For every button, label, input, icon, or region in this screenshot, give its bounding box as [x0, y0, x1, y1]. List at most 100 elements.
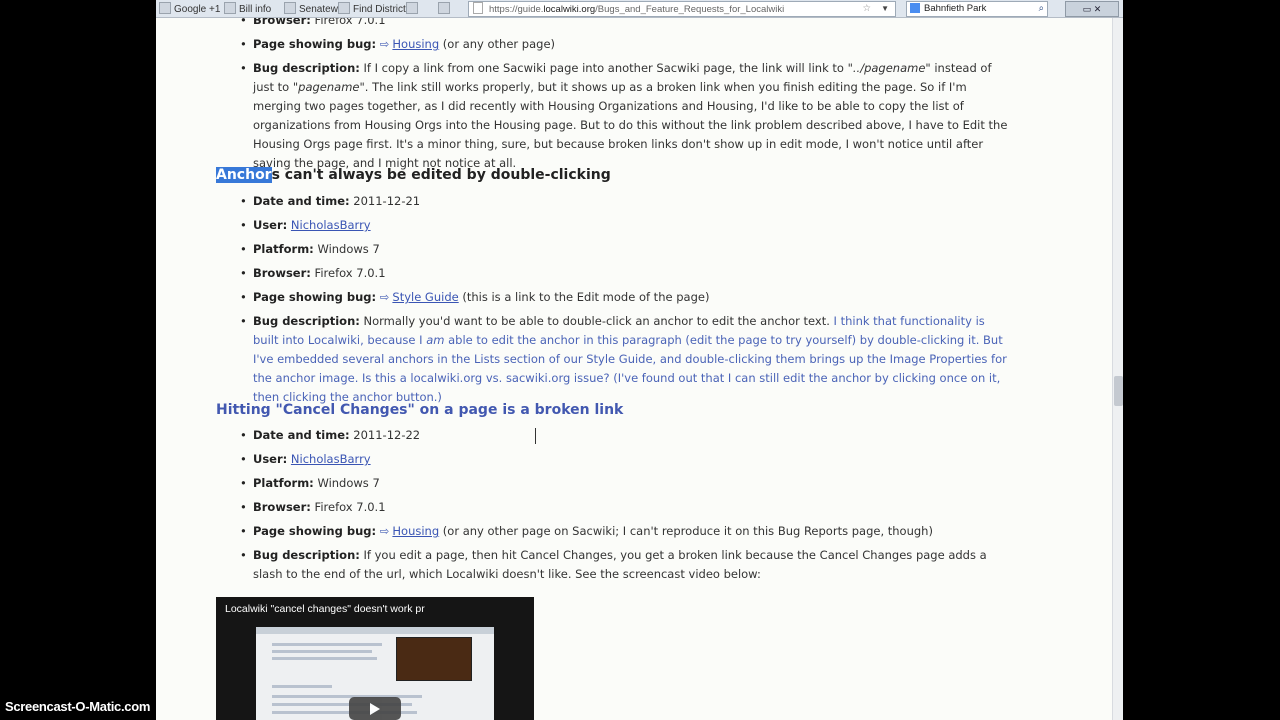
toolbar-button[interactable]	[406, 2, 421, 15]
thumbnail-text-line	[272, 650, 372, 653]
field-label: Bug description:	[253, 61, 360, 75]
selected-text[interactable]: Anchor	[216, 167, 272, 183]
desc-italic: pagename	[298, 80, 360, 94]
bug-heading-anchors: Anchors can't always be edited by double…	[216, 166, 611, 184]
video-title[interactable]: Localwiki "cancel changes" doesn't work …	[225, 603, 425, 615]
list-item: Bug description: Normally you'd want to …	[240, 312, 1008, 407]
housing-link[interactable]: Housing	[392, 524, 439, 538]
desc-text: If I copy a link from one Sacwiki page i…	[363, 61, 853, 75]
page-icon	[473, 2, 483, 14]
address-bar[interactable]: https://guide.localwiki.org/Bugs_and_Fea…	[468, 1, 896, 17]
google-plus-icon	[159, 2, 171, 14]
wiki-content: Browser: Firefox 7.0.1 Page showing bug:…	[156, 0, 1111, 720]
field-value: Firefox 7.0.1	[314, 266, 386, 280]
window-controls[interactable]: ▭ ✕	[1065, 1, 1119, 17]
search-input[interactable]: Bahnfieth Park ⌕	[906, 1, 1048, 17]
vertical-scrollbar[interactable]	[1112, 18, 1123, 720]
page-link-icon: ⇨	[379, 524, 390, 538]
bookmark-label: Google +1	[174, 4, 221, 15]
desc-text: Normally you'd want to be able to double…	[363, 314, 830, 328]
heading-text: s can't always be edited by double-click…	[271, 167, 611, 183]
field-value: 2011-12-21	[353, 194, 421, 208]
thumbnail-toolbar	[256, 627, 494, 634]
field-label: Page showing bug:	[253, 37, 377, 51]
embedded-video[interactable]: Localwiki "cancel changes" doesn't work …	[216, 597, 534, 720]
bookmark-star-icon[interactable]: ☆	[862, 2, 871, 16]
url-domain: localwiki.org	[543, 4, 596, 15]
desc-italic: ../pagename	[852, 61, 926, 75]
url-prefix: https://guide.	[489, 4, 544, 15]
list-item: Page showing bug: ⇨Style Guide (this is …	[240, 288, 1008, 307]
scrollbar-thumb[interactable]	[1114, 376, 1123, 406]
list-item: User: NicholasBarry	[240, 216, 1008, 235]
list-item: Bug description: If I copy a link from o…	[240, 59, 1008, 173]
list-item: Page showing bug: ⇨Housing (or any other…	[240, 522, 1008, 541]
thumbnail-image	[396, 637, 472, 681]
screen-border-right	[1123, 0, 1280, 720]
desc-text: If you edit a page, then hit Cancel Chan…	[253, 548, 987, 581]
search-icon[interactable]: ⌕	[1039, 2, 1044, 16]
list-item: Browser: Firefox 7.0.1	[240, 264, 1008, 283]
bookmark-label: Find District	[353, 4, 406, 15]
list-item: Date and time: 2011-12-22	[240, 426, 1008, 445]
browser-window: Browser: Firefox 7.0.1 Page showing bug:…	[156, 0, 1123, 720]
list-item: Page showing bug: ⇨Housing (or any other…	[240, 35, 1008, 54]
chevron-down-icon[interactable]: ▼	[881, 2, 889, 16]
field-label: Browser:	[253, 266, 311, 280]
bookmark-find-district[interactable]: Find District	[338, 2, 406, 15]
toolbar-button[interactable]	[438, 2, 453, 15]
list-item: Date and time: 2011-12-21	[240, 192, 1008, 211]
page-icon	[284, 2, 296, 14]
thumbnail-text-line	[272, 685, 332, 688]
field-label: Platform:	[253, 242, 314, 256]
field-label: Page showing bug:	[253, 290, 377, 304]
field-label: Platform:	[253, 476, 314, 490]
list-item: Browser: Firefox 7.0.1	[240, 498, 1008, 517]
list-item: Platform: Windows 7	[240, 474, 1008, 493]
field-value: Windows 7	[317, 476, 380, 490]
bookmark-label: Bill info	[239, 4, 272, 15]
bookmark-bill-info[interactable]: Bill info	[224, 2, 271, 15]
addon-icon	[438, 2, 450, 14]
text-cursor-icon	[535, 428, 540, 444]
screen-border-left	[0, 0, 156, 720]
browser-toolbar: Google +1 Bill info Senateweb Find Distr…	[156, 0, 1123, 18]
tools-icon	[406, 2, 418, 14]
field-label: Bug description:	[253, 314, 360, 328]
thumbnail-text-line	[272, 643, 382, 646]
page-link-icon: ⇨	[379, 37, 390, 51]
style-guide-link[interactable]: Style Guide	[392, 290, 458, 304]
user-link[interactable]: NicholasBarry	[291, 452, 371, 466]
field-value: Windows 7	[317, 242, 380, 256]
screencast-watermark: Screencast-O-Matic.com	[5, 699, 151, 714]
page-icon	[338, 2, 350, 14]
play-icon[interactable]	[349, 697, 401, 720]
user-link[interactable]: NicholasBarry	[291, 218, 371, 232]
field-label: Browser:	[253, 500, 311, 514]
page-link-icon: ⇨	[379, 290, 390, 304]
field-value: 2011-12-22	[353, 428, 421, 442]
field-label: User:	[253, 452, 288, 466]
field-label: Bug description:	[253, 548, 360, 562]
thumbnail-text-line	[272, 657, 377, 660]
bookmark-google-plus[interactable]: Google +1	[159, 2, 220, 15]
desc-text: ". The link still works properly, but it…	[253, 80, 1008, 170]
url-path: /Bugs_and_Feature_Requests_for_Localwiki	[595, 4, 785, 15]
field-value: (this is a link to the Edit mode of the …	[462, 290, 710, 304]
field-value: (or any other page)	[442, 37, 556, 51]
list-item: User: NicholasBarry	[240, 450, 1008, 469]
field-label: Date and time:	[253, 194, 350, 208]
field-label: User:	[253, 218, 288, 232]
field-value: (or any other page on Sacwiki; I can't r…	[442, 524, 933, 538]
page-icon	[224, 2, 236, 14]
list-item: Bug description: If you edit a page, the…	[240, 546, 1008, 584]
field-label: Page showing bug:	[253, 524, 377, 538]
housing-link[interactable]: Housing	[392, 37, 439, 51]
field-value: Firefox 7.0.1	[314, 500, 386, 514]
google-icon	[910, 3, 920, 13]
bug-heading-cancel-changes: Hitting "Cancel Changes" on a page is a …	[216, 402, 624, 418]
desc-italic: am	[426, 333, 445, 347]
search-value: Bahnfieth Park	[924, 3, 987, 14]
field-label: Date and time:	[253, 428, 350, 442]
list-item: Platform: Windows 7	[240, 240, 1008, 259]
